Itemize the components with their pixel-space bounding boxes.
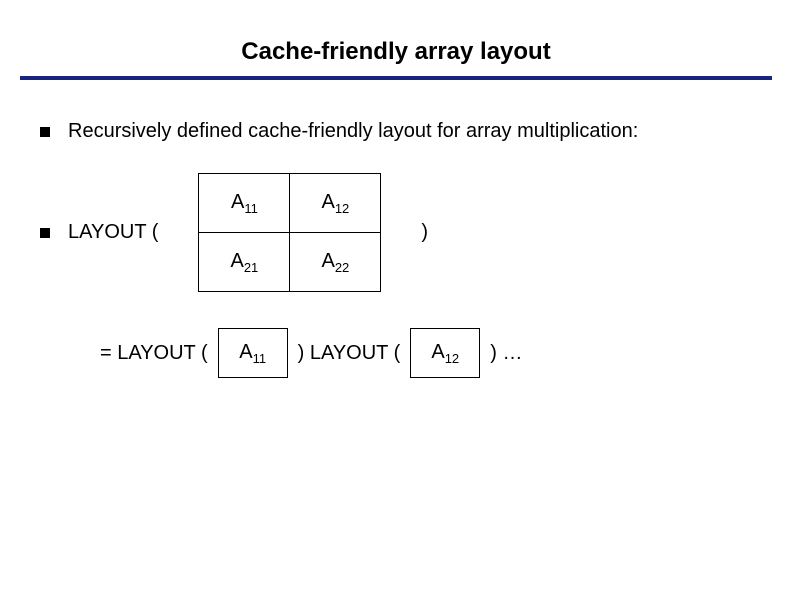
- eq-tail: ) …: [490, 342, 522, 365]
- layout-label: LAYOUT (: [68, 221, 158, 244]
- equals-row: = LAYOUT ( A11 ) LAYOUT ( A12 ) …: [100, 328, 752, 378]
- square-bullet-icon: [40, 228, 50, 238]
- layout-definition-row: LAYOUT ( A11 A12 A21 A22 ): [40, 173, 752, 292]
- content-area: Recursively defined cache-friendly layou…: [0, 80, 792, 378]
- matrix-cell-a12: A12: [290, 174, 381, 233]
- eq-mid: ) LAYOUT (: [298, 342, 401, 365]
- cell-a12: A12: [410, 328, 480, 378]
- matrix-cell-a11: A11: [199, 174, 290, 233]
- close-paren: ): [421, 221, 428, 244]
- slide-title: Cache-friendly array layout: [0, 0, 792, 76]
- matrix-2x2: A11 A12 A21 A22: [198, 173, 381, 292]
- cell-a11: A11: [218, 328, 288, 378]
- eq-prefix: = LAYOUT (: [100, 342, 208, 365]
- matrix-cell-a21: A21: [199, 233, 290, 292]
- square-bullet-icon: [40, 127, 50, 137]
- bullet-1: Recursively defined cache-friendly layou…: [40, 120, 752, 143]
- bullet-1-text: Recursively defined cache-friendly layou…: [68, 120, 638, 143]
- matrix-cell-a22: A22: [290, 233, 381, 292]
